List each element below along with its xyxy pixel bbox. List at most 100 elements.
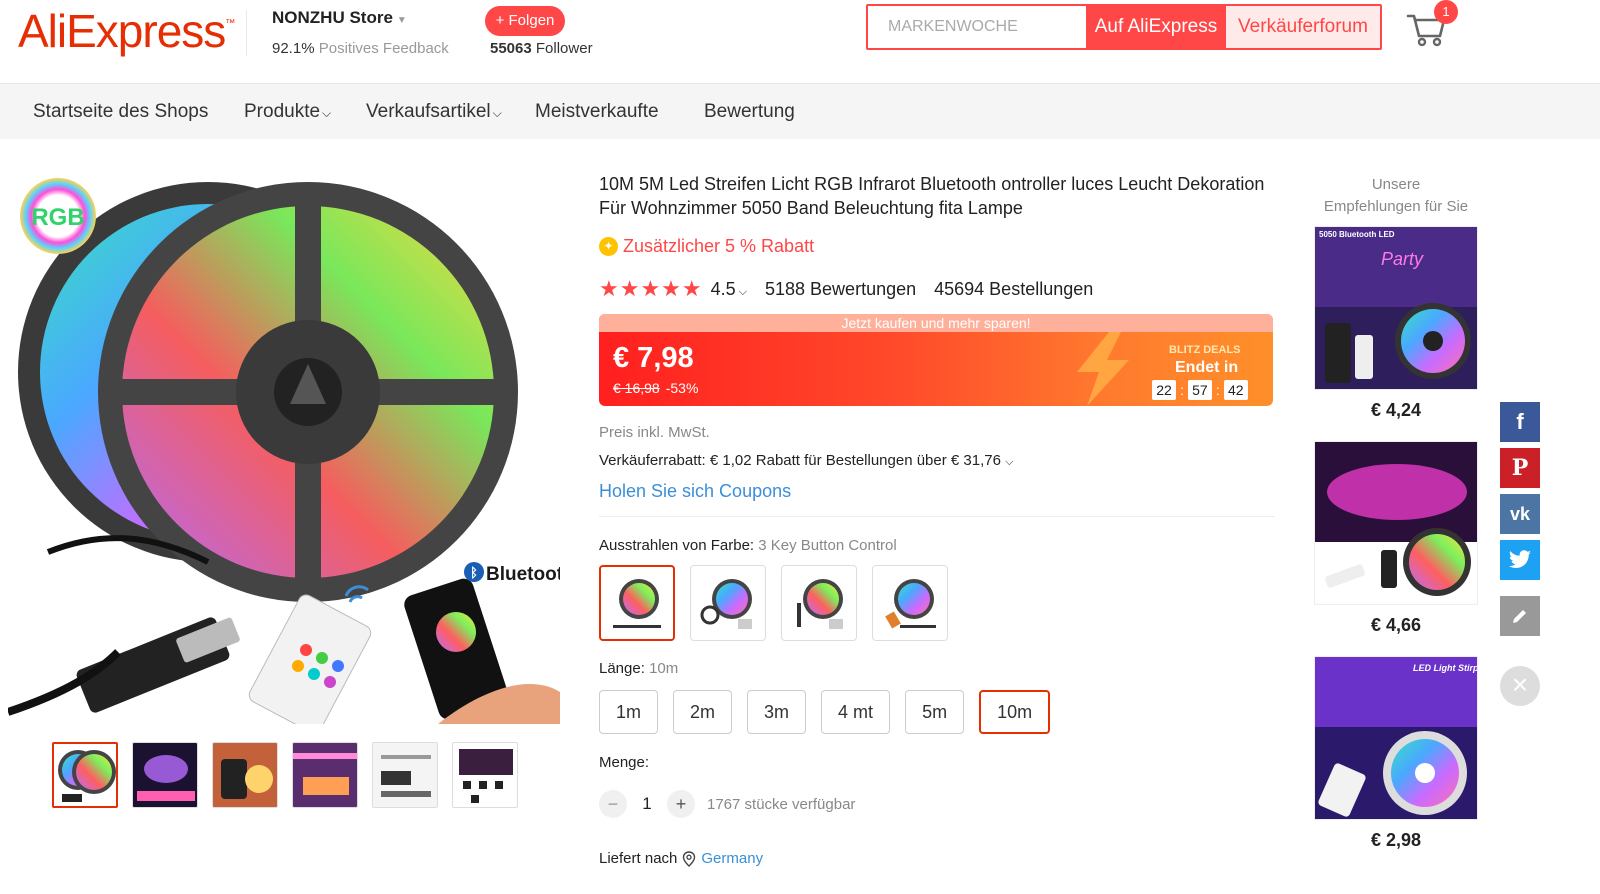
- lightning-bolt-icon: [1077, 332, 1129, 406]
- seller-discount[interactable]: Verkäuferrabatt: € 1,02 Rabatt für Beste…: [599, 452, 1013, 469]
- old-price: € 16,98 -53%: [613, 380, 698, 396]
- recommendation-item-3[interactable]: LED Light Stirp: [1314, 656, 1478, 820]
- length-option-5m[interactable]: 5m: [905, 690, 965, 734]
- swatch-image: [700, 579, 752, 629]
- get-coupons-link[interactable]: Holen Sie sich Coupons: [599, 481, 791, 502]
- edit-icon[interactable]: [1500, 596, 1540, 636]
- length-option-2m[interactable]: 2m: [673, 690, 733, 734]
- led-strip-product-photo: RGB ᛒ Bluetooth: [8, 178, 560, 724]
- recommendation-price: € 2,98: [1370, 830, 1422, 850]
- recommendation-label: LED Light Stirp: [1413, 663, 1478, 673]
- thumbnail-5[interactable]: [372, 742, 438, 808]
- ship-to-country[interactable]: Germany: [701, 850, 763, 867]
- rating-row: ★★★★★ 4.5 ⌵ 5188 Bewertungen 45694 Bestel…: [599, 276, 1093, 302]
- blitz-deals-label: BLITZ DEALS: [1169, 344, 1241, 356]
- nav-label: Startseite des Shops: [33, 101, 209, 122]
- swatch-image: [613, 579, 661, 628]
- length-value: 10m: [649, 660, 679, 677]
- bluetooth-label-text: Bluetooth: [486, 564, 560, 585]
- followers: 55063 Follower: [490, 40, 593, 57]
- swatch-image: [885, 579, 936, 629]
- recommendation-label: 5050 Bluetooth LED: [1319, 230, 1395, 239]
- thumbnail-2[interactable]: [132, 742, 198, 808]
- close-icon[interactable]: ×: [1500, 666, 1540, 706]
- store-name-text: NONZHU Store: [272, 8, 393, 27]
- thumbnail-strip: [52, 742, 518, 808]
- nav-products[interactable]: Produkte ⌵: [244, 84, 331, 139]
- nav-bestsellers[interactable]: Meistverkaufte: [535, 84, 659, 139]
- store-name[interactable]: NONZHU Store ▼: [272, 8, 407, 28]
- stock-available: 1767 stücke verfügbar: [707, 795, 856, 813]
- swatch-option-1[interactable]: [599, 565, 675, 641]
- nav-store-home[interactable]: Startseite des Shops: [33, 84, 208, 139]
- recommendation-price: € 4,24: [1370, 400, 1422, 420]
- swatch-option-2[interactable]: [690, 565, 766, 641]
- thumbnail-6[interactable]: [452, 742, 518, 808]
- length-option-3m[interactable]: 3m: [747, 690, 807, 734]
- facebook-icon[interactable]: f: [1500, 402, 1540, 442]
- nav-label: Meistverkaufte: [535, 101, 659, 122]
- ship-to: Liefert nach Germany: [599, 850, 763, 867]
- length-option-10m[interactable]: 10m: [979, 690, 1051, 734]
- recommendation-item-2[interactable]: [1314, 441, 1478, 605]
- thumbnail-3[interactable]: [212, 742, 278, 808]
- followers-count: 55063: [490, 40, 532, 57]
- aliexpress-logo[interactable]: AliExpress™: [18, 4, 235, 58]
- quantity-value[interactable]: 1: [627, 794, 667, 814]
- follow-button[interactable]: + Folgen: [485, 6, 565, 36]
- header-divider: [246, 10, 247, 56]
- thumbnail-image: [453, 743, 517, 807]
- svg-text:ᛒ: ᛒ: [470, 566, 478, 581]
- twitter-bird-icon: [1509, 550, 1531, 568]
- star-rating-icon: ★★★★★: [599, 276, 703, 301]
- color-label-text: Ausstrahlen von Farbe:: [599, 537, 755, 554]
- price-box: Jetzt kaufen und mehr sparen! € 7,98 € 1…: [599, 314, 1273, 406]
- feedback-label: Positives Feedback: [318, 40, 449, 57]
- followers-label: Follower: [535, 40, 593, 57]
- rating-value[interactable]: 4.5 ⌵: [711, 279, 747, 300]
- seller-forum-button[interactable]: Verkäuferforum: [1226, 6, 1380, 48]
- search-aliexpress-button[interactable]: Auf AliExpress: [1086, 6, 1226, 48]
- location-pin-icon: [683, 850, 696, 867]
- chevron-down-icon: ⌵: [322, 106, 332, 120]
- review-count[interactable]: 5188 Bewertungen: [765, 279, 916, 300]
- cart-button[interactable]: 1: [1404, 0, 1458, 48]
- thumbnail-image: [373, 743, 437, 807]
- thumbnail-image: [213, 743, 277, 807]
- countdown-timer: 22: 57: 42: [1152, 380, 1248, 400]
- main-product-image[interactable]: RGB ᛒ Bluetooth: [8, 172, 560, 724]
- caret-down-icon: ▼: [396, 15, 407, 26]
- thumbnail-1[interactable]: [52, 742, 118, 808]
- extra-discount-text: Zusätzlicher 5 % Rabatt: [623, 236, 815, 256]
- timer-minutes: 57: [1187, 380, 1212, 400]
- length-option-1m[interactable]: 1m: [599, 690, 659, 734]
- swatch-option-4[interactable]: [872, 565, 948, 641]
- chevron-down-icon: ⌵: [492, 106, 502, 120]
- nav-sale-items[interactable]: Verkaufsartikel ⌵: [366, 84, 502, 139]
- recommendation-image: [1315, 442, 1477, 604]
- color-value: 3 Key Button Control: [758, 537, 897, 554]
- swatch-option-3[interactable]: [781, 565, 857, 641]
- price-banner: Jetzt kaufen und mehr sparen!: [599, 314, 1273, 332]
- length-option-4m[interactable]: 4 mt: [821, 690, 891, 734]
- recommendations-title: Unsere Empfehlungen für Sie: [1308, 174, 1484, 218]
- extra-discount[interactable]: ✦ Zusätzlicher 5 % Rabatt: [599, 236, 814, 257]
- nav-label: Bewertung: [704, 101, 795, 122]
- rating-number: 4.5: [710, 278, 736, 299]
- twitter-icon[interactable]: [1500, 540, 1540, 580]
- nav-reviews[interactable]: Bewertung: [704, 84, 795, 139]
- decrease-quantity-button[interactable]: −: [599, 790, 627, 818]
- thumbnail-4[interactable]: [292, 742, 358, 808]
- vk-icon[interactable]: vk: [1500, 494, 1540, 534]
- quantity-stepper: − 1 + 1767 stücke verfügbar: [599, 790, 855, 818]
- ship-to-label: Liefert nach: [599, 850, 678, 867]
- product-title: 10M 5M Led Streifen Licht RGB Infrarot B…: [599, 174, 1265, 218]
- store-nav: Startseite des Shops Produkte ⌵ Verkaufsa…: [0, 84, 1600, 139]
- length-label-text: Länge:: [599, 660, 645, 677]
- pinterest-icon[interactable]: P: [1500, 448, 1540, 488]
- divider: [599, 516, 1275, 517]
- ends-in-label: Endet in: [1175, 359, 1239, 376]
- recommendation-item-1[interactable]: 5050 Bluetooth LED Party: [1314, 226, 1478, 390]
- increase-quantity-button[interactable]: +: [667, 790, 695, 818]
- search-input[interactable]: [868, 6, 1086, 48]
